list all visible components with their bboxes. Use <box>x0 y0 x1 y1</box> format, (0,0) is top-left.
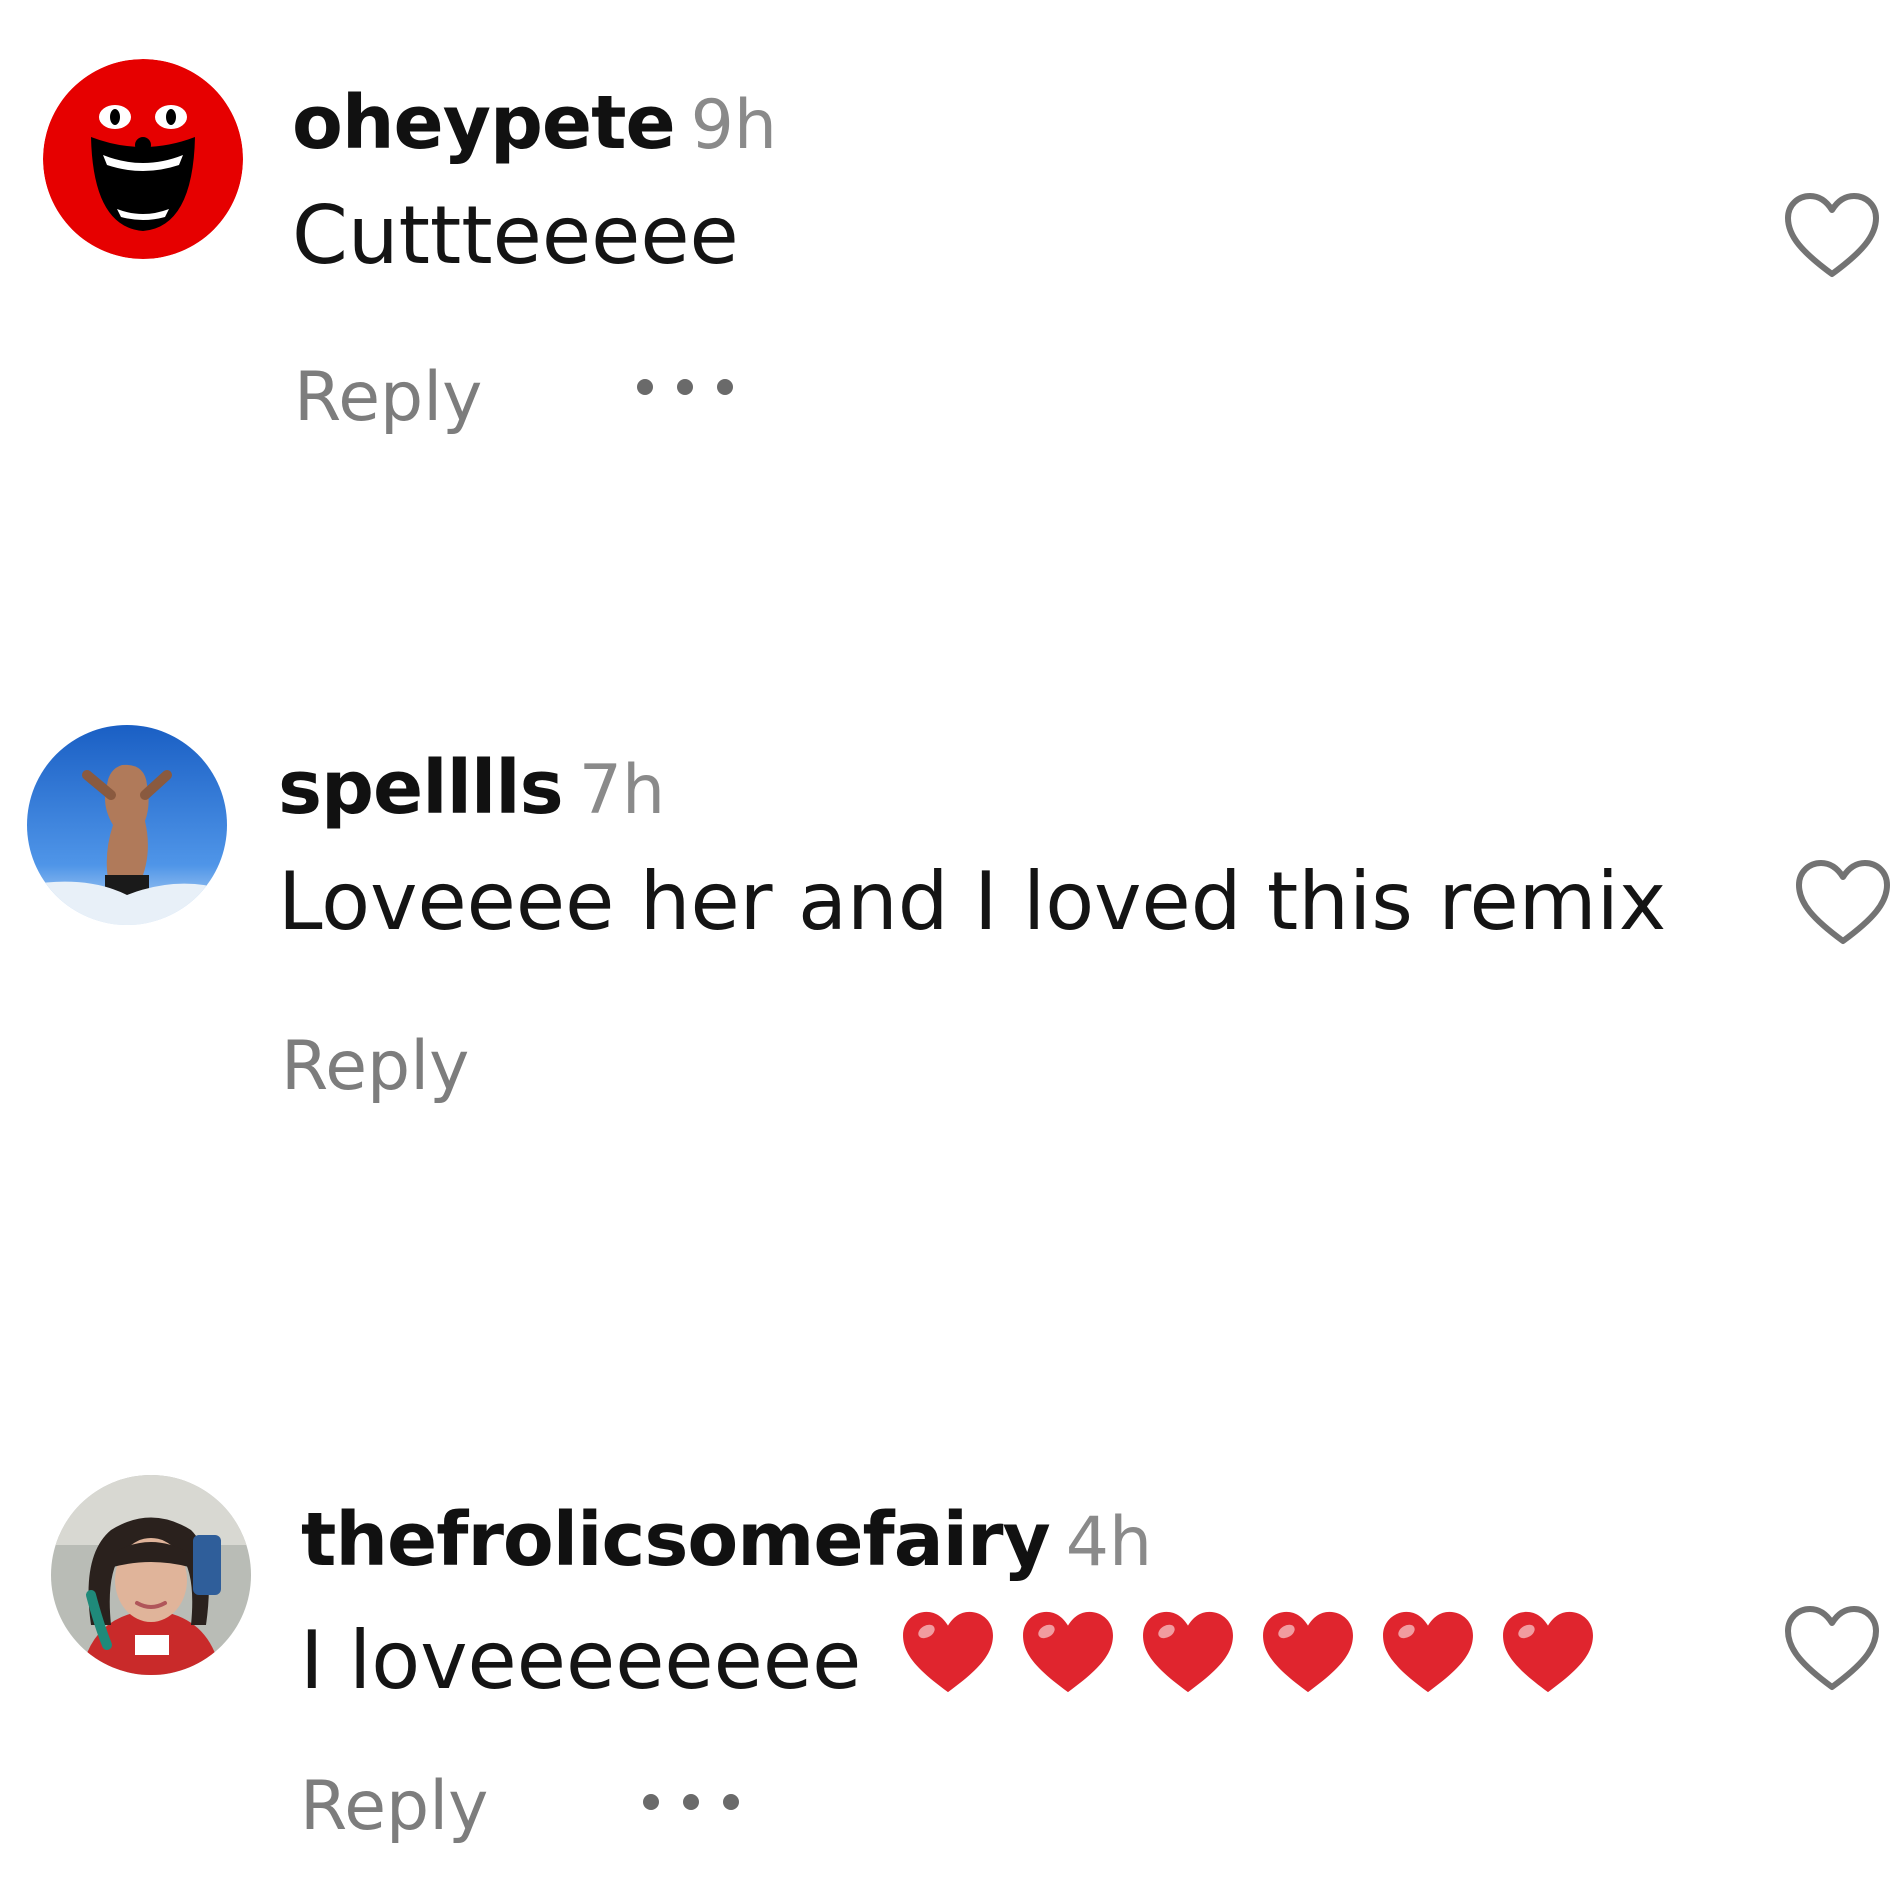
red-heart-emoji-icon <box>1379 1608 1477 1696</box>
emoji-group <box>899 1608 1597 1696</box>
dot <box>683 1794 699 1810</box>
reply-button[interactable]: Reply <box>300 1773 488 1841</box>
dot <box>723 1794 739 1810</box>
photo-avatar-sky-icon <box>27 725 227 925</box>
more-options-icon[interactable] <box>643 1787 739 1817</box>
red-heart-emoji-icon <box>899 1608 997 1696</box>
comment-item: thefrolicsomefairy 4h I loveeeeeeee Reply <box>0 0 1900 1841</box>
avatar[interactable] <box>51 1475 251 1675</box>
red-heart-emoji-icon <box>1259 1608 1357 1696</box>
heart-outline-icon[interactable] <box>1782 1603 1882 1695</box>
comment-header: spelllls 7h <box>278 751 665 825</box>
photo-avatar-selfie-icon <box>51 1475 251 1675</box>
heart-outline-icon[interactable] <box>1793 857 1893 949</box>
red-heart-emoji-icon <box>1499 1608 1597 1696</box>
comment-text: I loveeeeeeee <box>300 1608 1597 1701</box>
comment-text-body: I loveeeeeeee <box>300 1614 862 1707</box>
avatar[interactable] <box>27 725 227 925</box>
username-link[interactable]: thefrolicsomefairy <box>301 1497 1051 1583</box>
comment-text: Loveeee her and I loved this remix <box>278 855 1667 948</box>
username-link[interactable]: spelllls <box>278 745 564 831</box>
timestamp: 4h <box>1065 1503 1153 1582</box>
dot <box>643 1794 659 1810</box>
comment-header: thefrolicsomefairy 4h <box>301 1503 1152 1577</box>
reply-button[interactable]: Reply <box>281 1033 469 1101</box>
red-heart-emoji-icon <box>1139 1608 1237 1696</box>
timestamp: 7h <box>578 751 666 830</box>
red-heart-emoji-icon <box>1019 1608 1117 1696</box>
